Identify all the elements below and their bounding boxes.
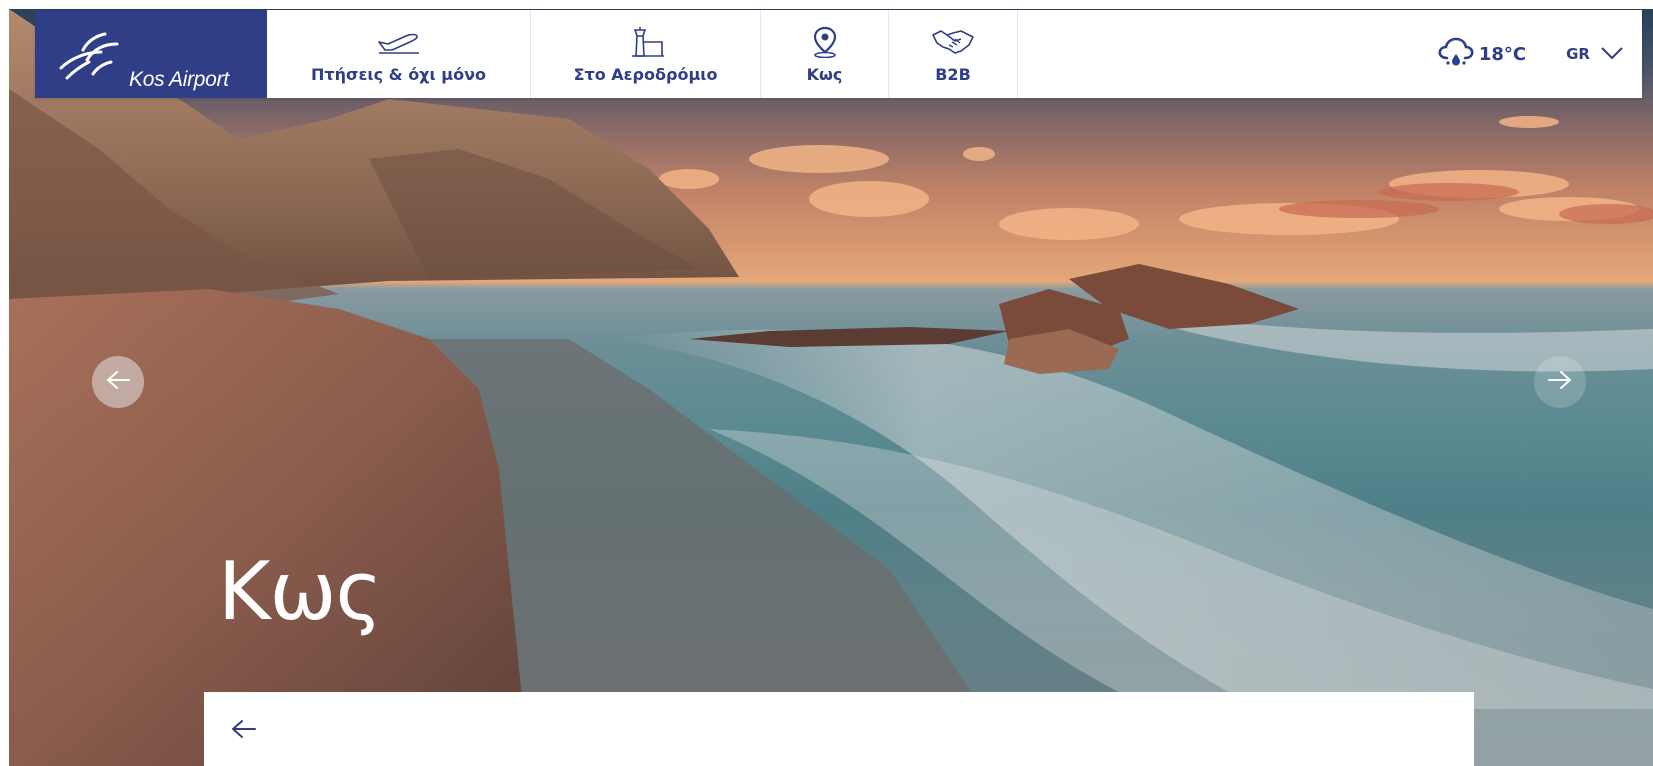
nav-airport-label: Στο Αεροδρόμιο bbox=[573, 65, 718, 84]
arrow-left-icon bbox=[232, 720, 256, 738]
arrow-left-icon bbox=[105, 370, 131, 394]
arrow-right-icon bbox=[1547, 370, 1573, 394]
nav-flights-label: Πτήσεις & όχι μόνο bbox=[311, 65, 486, 84]
nav-kos-label: Κως bbox=[806, 65, 843, 84]
weather-widget: 18°C bbox=[1437, 10, 1526, 98]
top-navigation: Kos Airport Πτήσεις & όχι μόνο Στο Αεροδ… bbox=[35, 10, 1642, 98]
logo-text: Kos Airport bbox=[129, 68, 229, 91]
chevron-down-icon bbox=[1600, 45, 1624, 64]
kos-airport-logo[interactable]: Kos Airport bbox=[35, 10, 267, 98]
language-label: GR bbox=[1566, 45, 1590, 63]
slider-prev-button[interactable] bbox=[92, 356, 144, 408]
beach-sunset-image bbox=[9, 9, 1653, 766]
language-selector[interactable]: GR bbox=[1566, 10, 1624, 98]
airport-logo-icon bbox=[59, 32, 119, 80]
weather-temperature: 18°C bbox=[1478, 43, 1527, 65]
content-panel bbox=[204, 692, 1474, 766]
back-button[interactable] bbox=[230, 718, 258, 744]
nav-kos[interactable]: Κως bbox=[761, 10, 889, 98]
nav-b2b-label: B2B bbox=[935, 65, 971, 84]
control-tower-icon bbox=[626, 25, 666, 59]
map-pin-icon bbox=[810, 25, 840, 59]
slider-next-button[interactable] bbox=[1534, 356, 1586, 408]
rain-cloud-icon bbox=[1437, 36, 1475, 72]
airplane-icon bbox=[376, 25, 422, 59]
nav-b2b[interactable]: B2B bbox=[889, 10, 1018, 98]
hero-background bbox=[9, 9, 1653, 766]
handshake-icon bbox=[931, 25, 975, 59]
nav-flights[interactable]: Πτήσεις & όχι μόνο bbox=[267, 10, 531, 98]
page-title: Κως bbox=[218, 545, 382, 638]
nav-airport[interactable]: Στο Αεροδρόμιο bbox=[531, 10, 761, 98]
